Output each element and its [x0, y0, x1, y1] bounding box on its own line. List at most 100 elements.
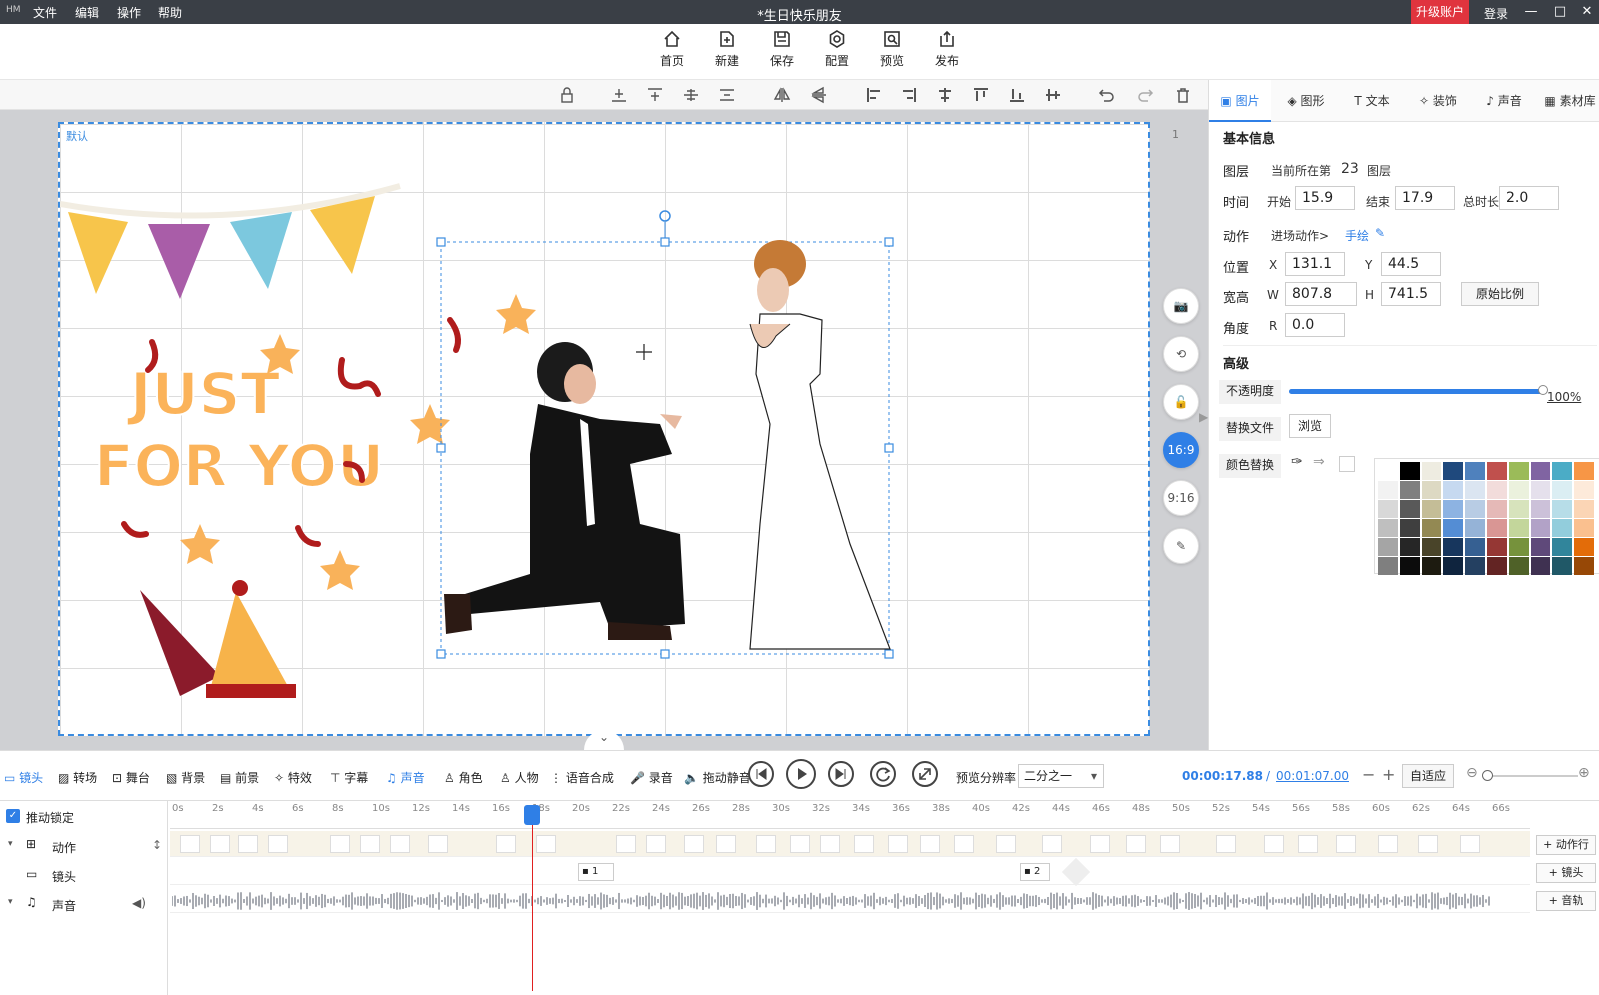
color-swatch[interactable]: [1530, 557, 1551, 575]
add-camera-button[interactable]: + 镜头: [1536, 863, 1596, 883]
action-clip[interactable]: [428, 835, 448, 853]
action-clip[interactable]: [1216, 835, 1236, 853]
tab-image[interactable]: ▣ 图片: [1209, 80, 1271, 122]
color-swatch[interactable]: [1574, 538, 1594, 556]
action-clip[interactable]: [536, 835, 556, 853]
color-swatch[interactable]: [1486, 462, 1507, 480]
login-link[interactable]: 登录: [1484, 5, 1508, 22]
action-clip[interactable]: [684, 835, 704, 853]
action-clip[interactable]: [1160, 835, 1180, 853]
tool-subtitle[interactable]: ⊤ 字幕: [330, 769, 368, 786]
color-swatch[interactable]: [1552, 500, 1573, 518]
tool-foreground[interactable]: ▤ 前景: [220, 769, 259, 786]
y-input[interactable]: 44.5: [1381, 252, 1441, 276]
align-bottom-edge-icon[interactable]: [1008, 86, 1026, 104]
color-swatch[interactable]: [1465, 481, 1485, 499]
color-swatch[interactable]: [1552, 462, 1573, 480]
color-swatch[interactable]: [1443, 500, 1464, 518]
color-swatch[interactable]: [1443, 519, 1464, 537]
config-button[interactable]: 配置: [815, 30, 859, 69]
action-clip[interactable]: [646, 835, 666, 853]
start-input[interactable]: 15.9: [1295, 186, 1355, 210]
color-swatch[interactable]: [1443, 557, 1464, 575]
align-center-icon[interactable]: [936, 86, 954, 104]
color-swatch[interactable]: [1508, 538, 1529, 556]
action-clip[interactable]: [1042, 835, 1062, 853]
action-clip[interactable]: [1418, 835, 1438, 853]
color-swatch[interactable]: [1486, 557, 1507, 575]
color-swatch[interactable]: [1378, 481, 1398, 499]
color-swatch[interactable]: [1465, 519, 1485, 537]
end-input[interactable]: 17.9: [1395, 186, 1455, 210]
total-time[interactable]: 00:01:07.00: [1276, 769, 1349, 783]
menu-file[interactable]: 文件: [33, 4, 57, 21]
align-vcenter-icon[interactable]: [1044, 86, 1062, 104]
panel-collapse-icon[interactable]: ▶: [1199, 410, 1211, 434]
color-swatch[interactable]: [1399, 481, 1420, 499]
hand-draw-action[interactable]: 手绘: [1345, 227, 1369, 244]
home-button[interactable]: 首页: [650, 30, 694, 69]
playhead-handle[interactable]: [524, 805, 540, 825]
width-input[interactable]: 807.8: [1285, 282, 1357, 306]
color-swatch[interactable]: [1508, 462, 1529, 480]
action-clip[interactable]: [1460, 835, 1480, 853]
camera-clip[interactable]: ▪ 2: [1020, 863, 1050, 881]
new-button[interactable]: 新建: [705, 30, 749, 69]
action-clip[interactable]: [1126, 835, 1146, 853]
expand-action-icon[interactable]: ▾: [8, 839, 13, 849]
color-swatch[interactable]: [1443, 462, 1464, 480]
save-button[interactable]: 保存: [760, 30, 804, 69]
align-middle-icon[interactable]: [682, 86, 700, 104]
action-clip[interactable]: [920, 835, 940, 853]
action-clip[interactable]: [996, 835, 1016, 853]
resize-icon[interactable]: ↕: [152, 838, 162, 852]
color-swatch[interactable]: [1574, 481, 1594, 499]
duration-input[interactable]: 2.0: [1499, 186, 1559, 210]
tool-person[interactable]: ♙ 人物: [500, 769, 539, 786]
target-color-box[interactable]: [1339, 456, 1355, 472]
color-swatch[interactable]: [1443, 538, 1464, 556]
tool-drag-mute[interactable]: 🔈 拖动静音: [684, 769, 751, 786]
action-clip[interactable]: [360, 835, 380, 853]
color-swatch[interactable]: [1421, 481, 1442, 499]
color-swatch[interactable]: [1443, 481, 1464, 499]
color-swatch[interactable]: [1378, 538, 1398, 556]
action-clip[interactable]: [210, 835, 230, 853]
zoom-out-icon[interactable]: ⊖: [1466, 765, 1478, 781]
color-swatch[interactable]: [1552, 538, 1573, 556]
color-swatch[interactable]: [1421, 519, 1442, 537]
menu-help[interactable]: 帮助: [158, 4, 182, 21]
align-top-edge-icon[interactable]: [972, 86, 990, 104]
action-clip[interactable]: [790, 835, 810, 853]
action-clip[interactable]: [616, 835, 636, 853]
color-swatch[interactable]: [1508, 557, 1529, 575]
tab-decoration[interactable]: ✧ 装饰: [1407, 80, 1469, 122]
action-clip[interactable]: [1298, 835, 1318, 853]
tab-library[interactable]: ▦ 素材库: [1539, 80, 1599, 122]
action-clip[interactable]: [180, 835, 200, 853]
action-track[interactable]: [170, 831, 1530, 857]
camera-capture-icon[interactable]: 📷: [1163, 288, 1199, 324]
color-swatch[interactable]: [1530, 500, 1551, 518]
camera-track[interactable]: ▪ 1 ▪ 2: [170, 857, 1530, 887]
color-swatch[interactable]: [1399, 557, 1420, 575]
zoom-slider-handle[interactable]: [1482, 770, 1493, 781]
color-swatch[interactable]: [1421, 500, 1442, 518]
play-button[interactable]: [786, 759, 816, 789]
color-swatch[interactable]: [1574, 557, 1594, 575]
align-top-icon[interactable]: [646, 86, 664, 104]
zoom-slider[interactable]: [1484, 775, 1578, 777]
color-swatch[interactable]: [1378, 500, 1398, 518]
tool-stage[interactable]: ⊡ 舞台: [112, 769, 150, 786]
skip-back-button[interactable]: [748, 761, 774, 787]
color-swatch[interactable]: [1530, 519, 1551, 537]
color-swatch[interactable]: [1399, 538, 1420, 556]
zoom-minus-icon[interactable]: −: [1362, 765, 1375, 784]
edit-pencil-icon[interactable]: ✎: [1375, 226, 1385, 240]
trash-icon[interactable]: [1174, 86, 1192, 104]
tool-transition[interactable]: ▨ 转场: [58, 769, 97, 786]
add-action-row-button[interactable]: + 动作行: [1536, 835, 1596, 855]
color-swatch[interactable]: [1486, 519, 1507, 537]
sound-track[interactable]: [170, 887, 1530, 913]
color-swatch[interactable]: [1486, 481, 1507, 499]
